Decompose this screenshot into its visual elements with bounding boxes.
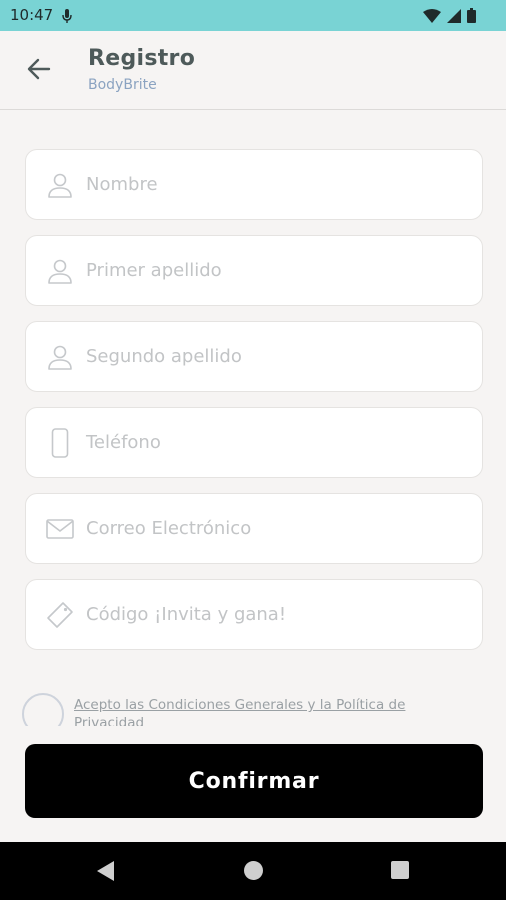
second-surname-placeholder: Segundo apellido [86,346,242,367]
square-recents-icon[interactable] [391,861,409,879]
phone-placeholder: Teléfono [86,432,161,453]
invite-code-placeholder: Código ¡Invita y gana! [86,604,287,625]
terms-link[interactable]: Acepto las Condiciones Generales y la Po… [74,696,474,726]
terms-radio[interactable] [22,693,64,726]
mail-icon [46,515,74,543]
terms-row: Acepto las Condiciones Generales y la Po… [22,693,492,726]
signal-icon [447,8,461,27]
email-placeholder: Correo Electrónico [86,518,252,539]
app-header: Registro BodyBrite [0,31,506,110]
mic-icon [62,8,72,27]
arrow-left-icon [27,58,51,84]
second-surname-field[interactable]: Segundo apellido [25,321,483,392]
invite-code-field[interactable]: Código ¡Invita y gana! [25,579,483,650]
email-field[interactable]: Correo Electrónico [25,493,483,564]
circle-home-icon[interactable] [244,861,263,880]
status-bar: 10:47 [0,0,506,31]
first-name-placeholder: Nombre [86,174,158,195]
user-icon [46,257,74,285]
confirm-button[interactable]: Confirmar [25,744,483,818]
wifi-icon [423,8,441,27]
phone-field[interactable]: Teléfono [25,407,483,478]
first-name-field[interactable]: Nombre [25,149,483,220]
status-time: 10:47 [10,6,54,24]
phone-icon [46,427,74,458]
navigation-bar [0,842,506,900]
page-title: Registro [88,46,196,71]
first-surname-field[interactable]: Primer apellido [25,235,483,306]
first-surname-placeholder: Primer apellido [86,260,222,281]
battery-icon [467,8,476,27]
triangle-back-icon[interactable] [97,861,115,885]
user-icon [46,171,74,199]
tag-icon [46,601,74,629]
user-icon [46,343,74,371]
page-subtitle: BodyBrite [88,77,157,93]
back-button[interactable] [24,56,54,86]
